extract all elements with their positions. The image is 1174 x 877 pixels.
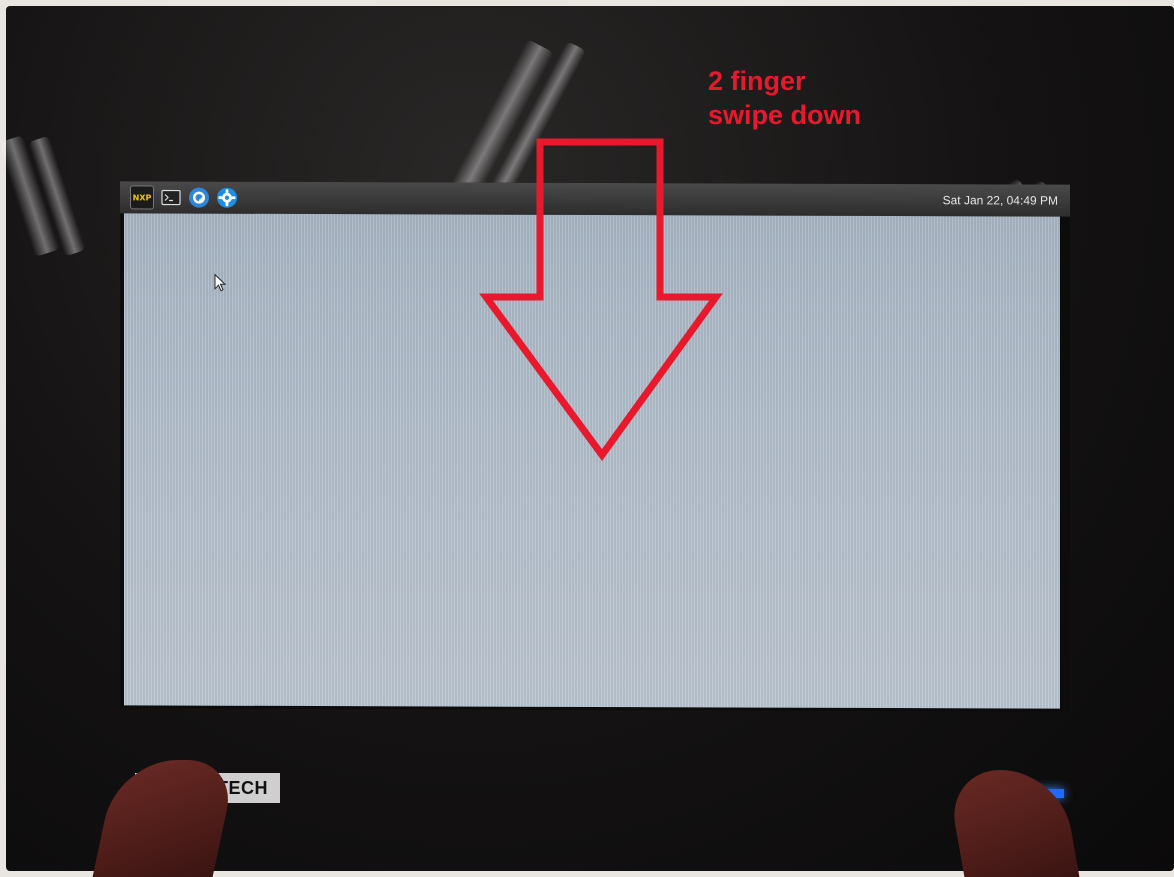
- swipe-down-arrow-icon: [479, 138, 723, 461]
